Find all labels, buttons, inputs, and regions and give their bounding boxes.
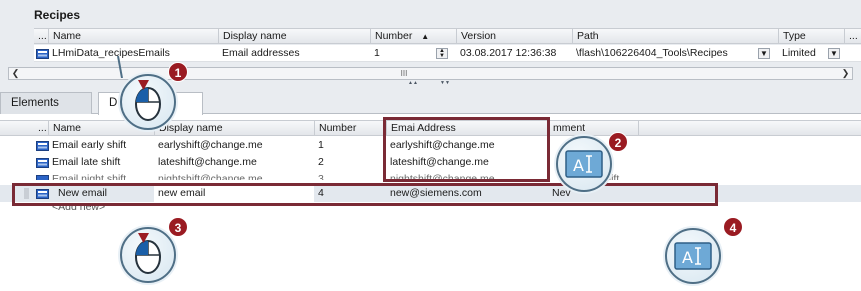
element-number[interactable]: 2 [314,154,386,171]
callout-2-badge: 2 [608,132,628,152]
col-more-right[interactable]: ... [844,29,861,44]
recipe-type[interactable]: Limited [778,45,828,62]
col-more-left[interactable]: ... [34,121,48,136]
element-display-name[interactable]: earlyshift@change.me [154,137,314,154]
element-number[interactable]: 1 [314,137,386,154]
table-row[interactable]: LHmiData_recipesEmails Email addresses 1… [34,45,861,62]
col-path[interactable]: Path [572,29,778,44]
col-number[interactable]: Number [314,121,386,136]
mouse-click-icon [135,80,161,121]
col-display-name[interactable]: Display name [154,121,314,136]
recipe-path[interactable]: \flash\106226404_Tools\Recipes [572,45,758,62]
callout-3-badge: 3 [168,217,188,237]
col-more-left[interactable]: ... [34,29,48,44]
callout-2: A [556,136,612,192]
svg-text:A: A [682,248,693,267]
col-number[interactable]: Number ▲ [370,29,456,44]
callout-1 [120,74,176,130]
text-input-icon: A [674,242,712,270]
element-display-name[interactable]: lateshift@change.me [154,154,314,171]
scroll-right-icon[interactable]: ❯ [839,68,852,79]
element-number[interactable]: 3 [314,171,386,180]
element-name[interactable]: Email late shift [48,154,154,171]
new-row-highlight [12,183,718,206]
col-version[interactable]: Version [456,29,572,44]
callout-4: A [665,228,721,284]
callout-1-badge: 1 [168,62,188,82]
col-number-label: Number [375,30,413,42]
svg-text:A: A [573,156,584,175]
sort-ascending-icon: ▲ [421,32,430,41]
text-input-icon: A [565,150,603,178]
callout-3 [120,227,176,283]
col-name[interactable]: Name [48,29,218,44]
callout-1-pointer [117,56,123,78]
col-empty [638,121,861,136]
type-dropdown-button[interactable]: ▼ [828,48,840,59]
recipes-panel: Recipes ... Name Display name Number ▲ V… [0,0,861,86]
recipe-name[interactable]: LHmiData_recipesEmails [48,45,218,62]
recipe-version[interactable]: 03.08.2017 12:36:38 [456,45,572,62]
element-name[interactable]: Email early shift [48,137,154,154]
col-display-name[interactable]: Display name [218,29,370,44]
col-type[interactable]: Type [778,29,844,44]
recipe-number[interactable]: 1 [370,45,436,62]
scroll-thumb[interactable]: III [379,68,429,79]
panel-title: Recipes [34,8,81,22]
mouse-click-icon [135,233,161,274]
recipes-header: ... Name Display name Number ▲ Version P… [34,28,861,44]
email-column-highlight [383,117,550,182]
element-display-name[interactable]: nightshift@change.me [154,171,314,180]
path-dropdown-button[interactable]: ▼ [758,48,770,59]
element-name[interactable]: Email night shift [48,171,154,180]
callout-4-badge: 4 [723,217,743,237]
scroll-left-icon[interactable]: ❮ [9,68,22,79]
number-spinner[interactable]: ▲ ▼ [436,48,448,59]
recipe-display-name[interactable]: Email addresses [218,45,370,62]
tab-elements[interactable]: Elements [0,92,92,114]
